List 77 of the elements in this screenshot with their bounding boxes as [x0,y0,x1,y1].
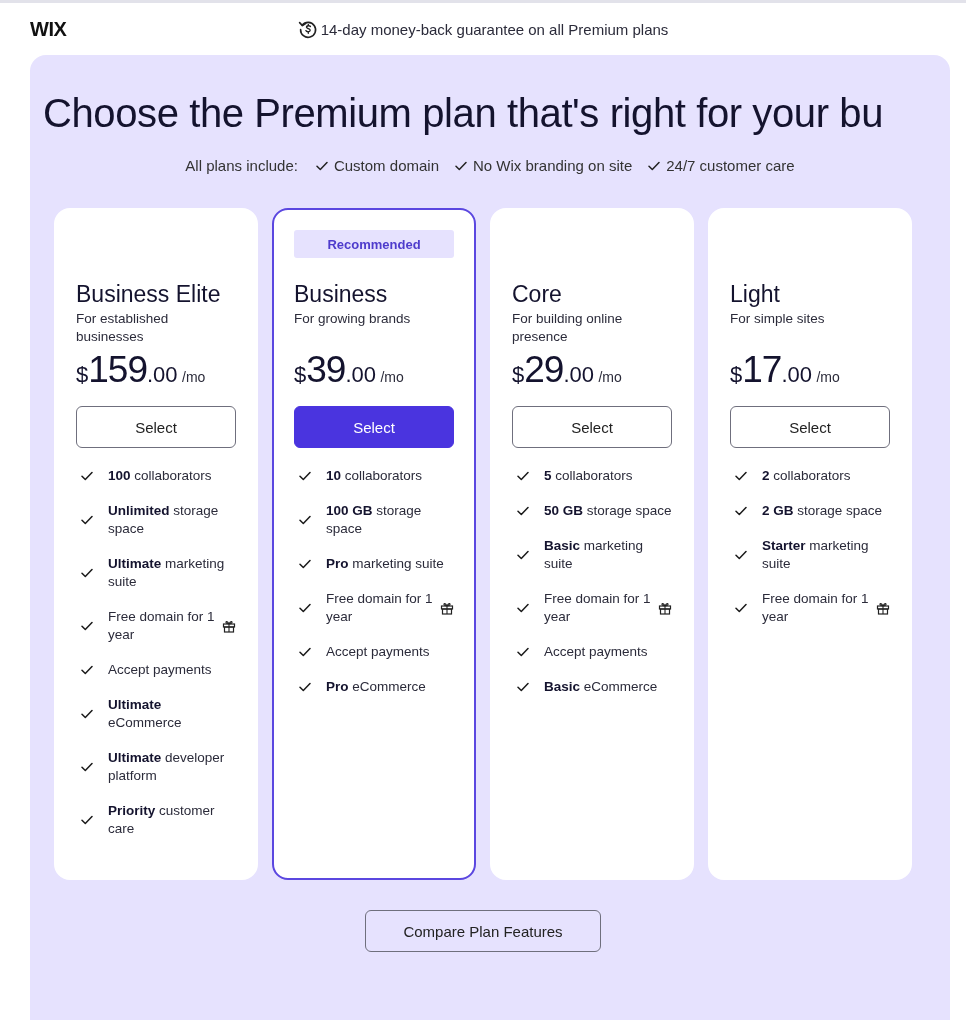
select-button[interactable]: Select [730,406,890,448]
check-icon [81,621,93,631]
dollar-arrow-icon [297,19,318,39]
plan-feature: Free domain for 1 year [762,590,870,626]
plan-price: $17.00 /mo [730,348,840,392]
plan-name: Business Elite [76,280,222,308]
check-icon [455,160,467,171]
check-icon [517,471,529,481]
included-feature: No Wix branding on site [473,157,633,174]
plan-feature: Ultimate developer platform [108,749,226,785]
plan-feature: Free domain for 1 year [108,608,216,644]
plan-tagline: For building online presence [512,310,624,346]
plan-feature: Ultimate eCommerce [108,696,183,732]
plan-feature: Free domain for 1 year [544,590,652,626]
check-icon [299,647,311,657]
plan-feature: Accept payments [544,643,649,661]
check-icon [81,815,93,825]
recommended-badge: Recommended [294,230,454,258]
plan-price: $29.00 /mo [512,348,622,392]
check-icon [517,506,529,516]
plan-feature: 10 collaborators [326,467,424,485]
plan-name: Light [730,280,781,308]
check-icon [299,471,311,481]
check-icon [735,550,747,560]
plan-name: Business [294,280,389,308]
plan-feature: 100 GB storage space [326,502,423,538]
check-icon [299,515,311,525]
check-icon [517,603,529,613]
check-icon [517,550,529,560]
plan-tagline: For established businesses [76,310,170,346]
check-icon [735,506,747,516]
plan-price: $39.00 /mo [294,348,404,392]
plan-feature: Unlimited storage space [108,502,220,538]
plan-feature: Ultimate marketing suite [108,555,226,591]
check-icon [81,762,93,772]
select-button[interactable]: Select [294,406,454,448]
select-button[interactable]: Select [512,406,672,448]
check-icon [517,682,529,692]
plan-name: Core [512,280,563,308]
check-icon [299,559,311,569]
plan-feature: Basic marketing suite [544,537,645,573]
plan-feature: Pro marketing suite [326,555,445,573]
plan-tagline: For simple sites [730,310,826,328]
check-icon [517,647,529,657]
page-heading: Choose the Premium plan that's right for your bu [43,90,884,137]
includes-label: All plans include: [185,157,298,174]
check-icon [735,471,747,481]
check-icon [299,682,311,692]
included-feature: Custom domain [333,157,439,174]
check-icon [81,709,93,719]
check-icon [81,568,93,578]
plan-tagline: For growing brands [294,310,412,328]
select-button[interactable]: Select [76,406,236,448]
plan-price: $159.00 /mo [76,348,206,392]
plan-feature: Accept payments [326,643,431,661]
compare-button[interactable]: Compare Plan Features [365,910,601,952]
check-icon [81,665,93,675]
check-icon [81,515,93,525]
plan-feature: 50 GB storage space [544,502,672,520]
check-icon [315,160,328,171]
guarantee-text: 14-day money-back guarantee on all Premium plans [320,20,669,38]
logo[interactable]: WIX [30,17,67,41]
plan-feature: Free domain for 1 year [326,590,434,626]
plan-feature: Basic eCommerce [544,678,659,696]
plan-feature: 2 collaborators [762,467,852,485]
plan-feature: 100 collaborators [108,467,213,485]
check-icon [735,603,747,613]
check-icon [299,603,311,613]
plan-feature: Pro eCommerce [326,678,427,696]
check-icon [648,160,661,171]
plan-feature: Accept payments [108,661,213,679]
plan-feature: Starter marketing suite [762,537,870,573]
check-icon [81,471,93,481]
plan-feature: Priority customer care [108,802,216,838]
included-feature: 24/7 customer care [666,157,795,174]
plan-feature: 2 GB storage space [762,502,884,520]
plan-feature: 5 collaborators [544,467,634,485]
